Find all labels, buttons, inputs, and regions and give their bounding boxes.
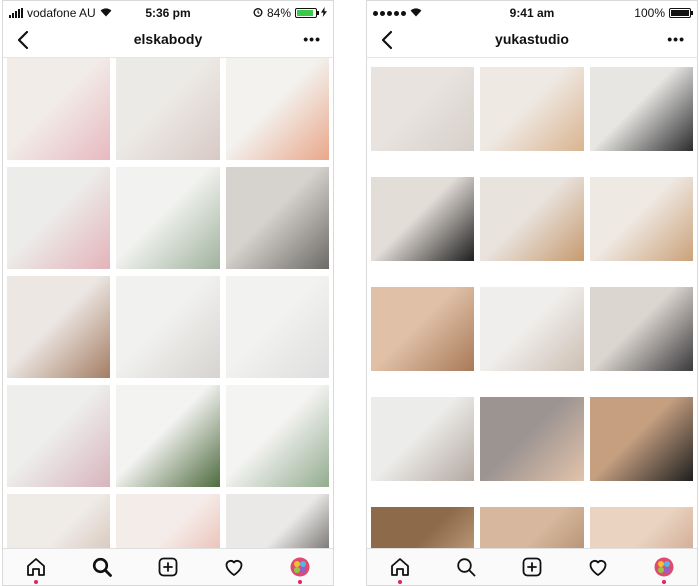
more-options-icon[interactable]: ••• xyxy=(667,31,685,47)
battery-icon xyxy=(669,8,693,18)
home-notification-dot xyxy=(34,580,38,584)
three-vases-tile[interactable] xyxy=(225,58,329,160)
ring-necklace-tile[interactable] xyxy=(371,67,475,151)
profile-notification-dot xyxy=(298,580,302,584)
phone-screen-yukastudio: 9:41 am 100% yukastudio ••• xyxy=(366,0,698,586)
profile-header: yukastudio ••• xyxy=(367,23,697,58)
new-post-tab-icon[interactable] xyxy=(154,553,182,581)
earring-profile-tile[interactable] xyxy=(480,177,584,261)
status-bar: 9:41 am 100% xyxy=(367,1,697,23)
status-bar: vodafone AU 5:36 pm 84% xyxy=(3,1,333,23)
model-portrait-tile[interactable] xyxy=(589,287,693,371)
charging-icon xyxy=(321,6,327,20)
profile-tab-avatar-icon[interactable] xyxy=(650,553,678,584)
books-tray-tile[interactable] xyxy=(7,276,111,378)
search-tab-icon[interactable] xyxy=(452,553,480,581)
bottom-tab-bar xyxy=(367,548,697,585)
post-grid xyxy=(3,58,333,585)
battery-percent: 100% xyxy=(634,6,665,20)
floral-notebook-tile[interactable] xyxy=(7,167,111,269)
new-post-tab-icon[interactable] xyxy=(518,553,546,581)
search-tab-icon[interactable] xyxy=(88,553,116,581)
alarm-icon xyxy=(253,6,263,20)
profile-username: elskabody xyxy=(133,31,203,47)
ear-cuff-tile[interactable] xyxy=(371,287,475,371)
profile-header: elskabody ••• xyxy=(3,23,333,58)
home-tab-icon[interactable] xyxy=(386,553,414,584)
profile-tab-avatar-icon[interactable] xyxy=(286,553,314,584)
eucalyptus-branch-tile[interactable] xyxy=(225,385,329,487)
flowers-in-glass-tile[interactable] xyxy=(7,58,111,160)
bracelet-wrist-tile[interactable] xyxy=(480,397,584,481)
profile-notification-dot xyxy=(662,580,666,584)
blazer-brooch-tile[interactable] xyxy=(589,67,693,151)
activity-tab-icon[interactable] xyxy=(584,553,612,581)
gold-rings-hand-tile[interactable] xyxy=(480,67,584,151)
stone-pendants-tile[interactable] xyxy=(371,397,475,481)
more-options-icon[interactable]: ••• xyxy=(303,31,321,47)
battery-percent: 84% xyxy=(266,6,291,20)
profile-username: yukastudio xyxy=(495,31,569,47)
post-grid xyxy=(367,67,697,585)
skincare-boxes-tile[interactable] xyxy=(7,385,111,487)
heart-dish-tile[interactable] xyxy=(116,276,220,378)
floral-cards-tile[interactable] xyxy=(116,58,220,160)
pendants-wall-tile[interactable] xyxy=(480,287,584,371)
phone-screen-elskabody: vodafone AU 5:36 pm 84% elskabody ••• xyxy=(2,0,334,586)
black-top-necklace-tile[interactable] xyxy=(371,177,475,261)
letter-board-tile[interactable] xyxy=(225,167,329,269)
circle-necklace-tile[interactable] xyxy=(589,397,693,481)
battery-icon xyxy=(295,8,319,18)
home-notification-dot xyxy=(398,580,402,584)
hand-dried-flowers-tile[interactable] xyxy=(589,177,693,261)
home-tab-icon[interactable] xyxy=(22,553,50,584)
plant-sign-tile[interactable] xyxy=(116,385,220,487)
eucalyptus-vase-tile[interactable] xyxy=(116,167,220,269)
white-cup-tile[interactable] xyxy=(225,276,329,378)
bottom-tab-bar xyxy=(3,548,333,585)
activity-tab-icon[interactable] xyxy=(220,553,248,581)
